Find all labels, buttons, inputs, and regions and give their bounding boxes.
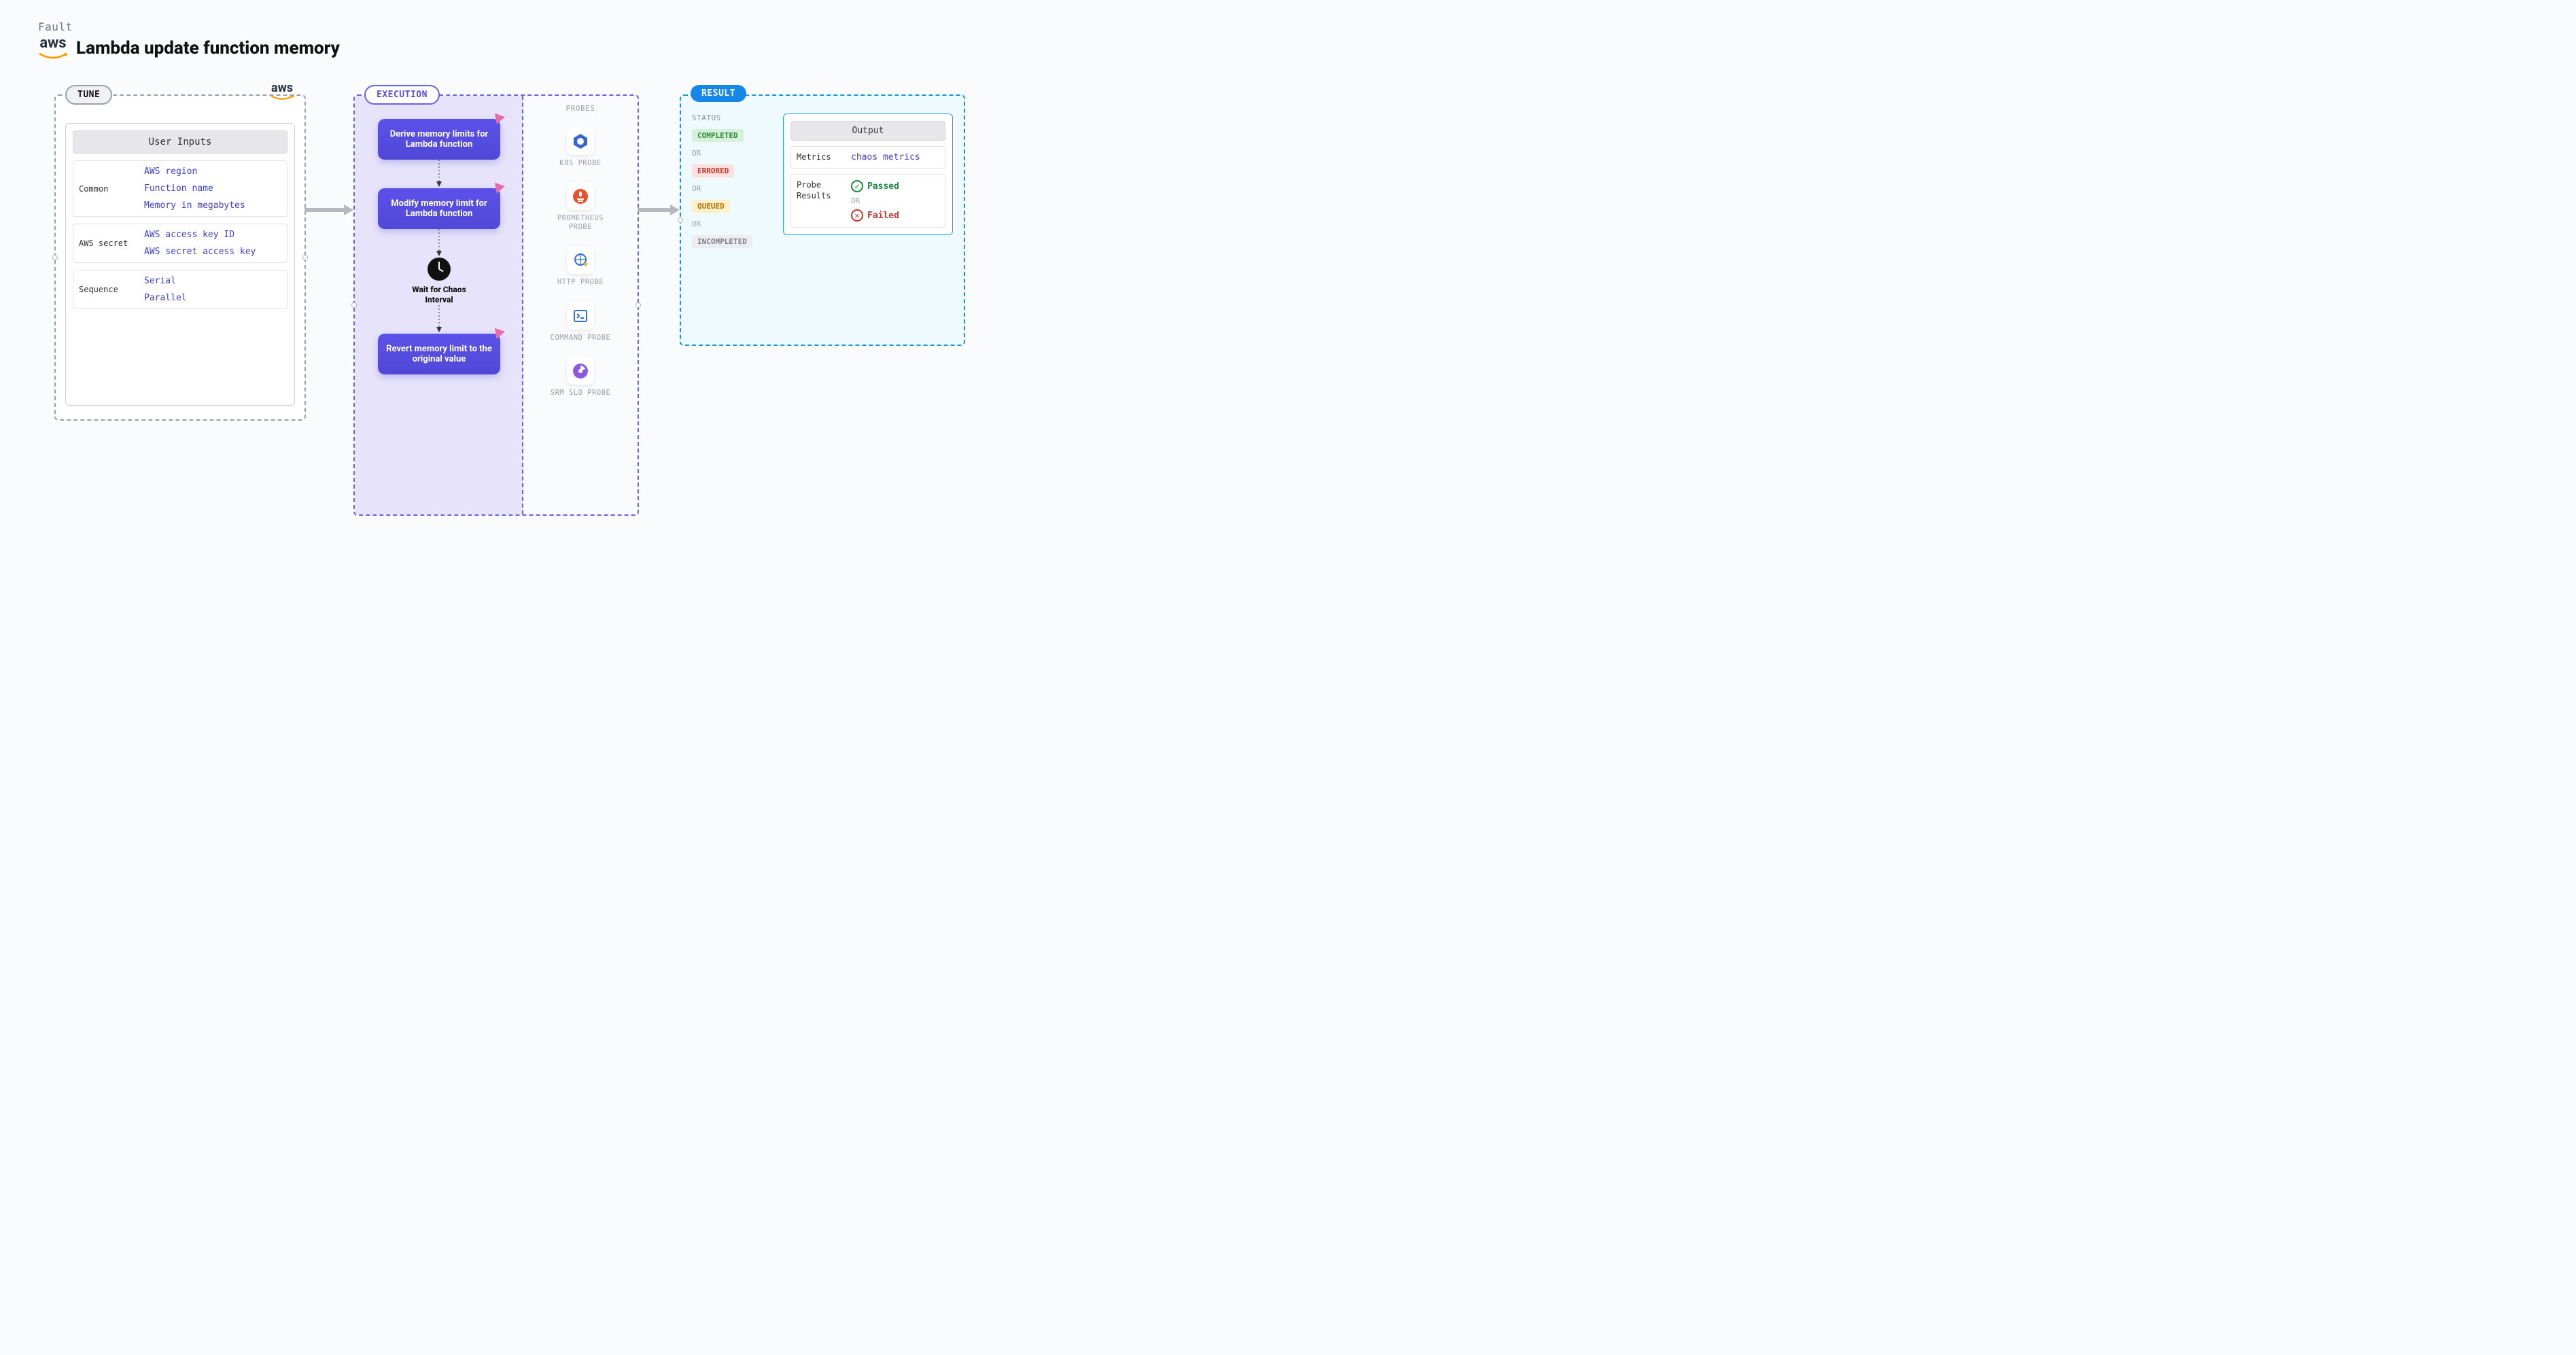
status-completed: COMPLETED [692, 129, 744, 142]
tune-badge: TUNE [65, 85, 112, 105]
status-title: STATUS [692, 113, 767, 122]
probe-prometheus: PROMETHEUS PROBE [550, 183, 611, 232]
output-metrics-value: chaos metrics [851, 152, 939, 162]
input-sequence-serial: Serial [144, 276, 284, 286]
exec-step-revert: Revert memory limit to the original valu… [378, 334, 500, 374]
terminal-icon [572, 307, 589, 325]
slo-icon [572, 362, 589, 380]
check-icon: ✓ [851, 180, 863, 192]
status-incompleted: INCOMPLETED [692, 235, 752, 248]
litmus-icon [491, 328, 505, 341]
exec-step-modify: Modify memory limit for Lambda function [378, 188, 500, 229]
output-header: Output [790, 121, 945, 141]
status-errored: ERRORED [692, 164, 734, 177]
input-memory-mb: Memory in megabytes [144, 200, 284, 211]
result-badge: RESULT [691, 85, 746, 102]
output-metrics-row: Metrics chaos metrics [790, 146, 945, 169]
globe-icon [572, 251, 589, 269]
execution-badge: EXECUTION [364, 85, 440, 105]
prometheus-icon [572, 188, 589, 205]
output-probe-results-row: Probe Results ✓Passed OR ✕Failed [790, 174, 945, 228]
input-aws-access-key-id: AWS access key ID [144, 230, 284, 240]
tune-panel: TUNE aws User Inputs Common AWS region F… [54, 94, 306, 421]
inputs-group-aws-secret: AWS secret AWS access key ID AWS secret … [73, 224, 288, 263]
page-title: Lambda update function memory [76, 38, 340, 58]
inputs-group-sequence: Sequence Serial Parallel [73, 270, 288, 309]
output-card: Output Metrics chaos metrics Probe Resul… [783, 113, 953, 235]
user-inputs-header: User Inputs [73, 130, 288, 154]
exec-step-derive: Derive memory limits for Lambda function [378, 119, 500, 160]
input-aws-region: AWS region [144, 166, 284, 177]
kubernetes-icon [572, 133, 589, 150]
probes-title: PROBES [566, 104, 595, 113]
user-inputs-card: User Inputs Common AWS region Function n… [65, 123, 295, 406]
input-aws-secret-access-key: AWS secret access key [144, 247, 284, 257]
x-icon: ✕ [851, 209, 863, 222]
arrow-exec-to-result [638, 203, 681, 219]
status-queued: QUEUED [692, 200, 730, 213]
result-panel: RESULT STATUS COMPLETED OR ERRORED OR QU… [680, 94, 965, 346]
litmus-icon [491, 183, 505, 196]
inputs-group-common: Common AWS region Function name Memory i… [73, 160, 288, 217]
aws-logo-small: aws [269, 82, 295, 101]
probe-srm-slo: SRM SLO PROBE [551, 357, 611, 398]
aws-logo: aws [38, 36, 68, 60]
fault-label: Fault [38, 20, 1020, 33]
probe-http: HTTP PROBE [557, 247, 604, 287]
exec-wait: Wait for Chaos Interval [398, 258, 480, 305]
probe-k8s: K8S PROBE [559, 128, 601, 168]
probe-result-failed: ✕Failed [851, 209, 939, 222]
execution-panel: EXECUTION Derive memory limits for Lambd… [353, 94, 639, 516]
probe-command: COMMAND PROBE [551, 302, 611, 342]
probe-result-passed: ✓Passed [851, 180, 939, 192]
input-function-name: Function name [144, 183, 284, 194]
input-sequence-parallel: Parallel [144, 293, 284, 303]
arrow-tune-to-exec [304, 203, 355, 219]
clock-icon [428, 258, 451, 281]
